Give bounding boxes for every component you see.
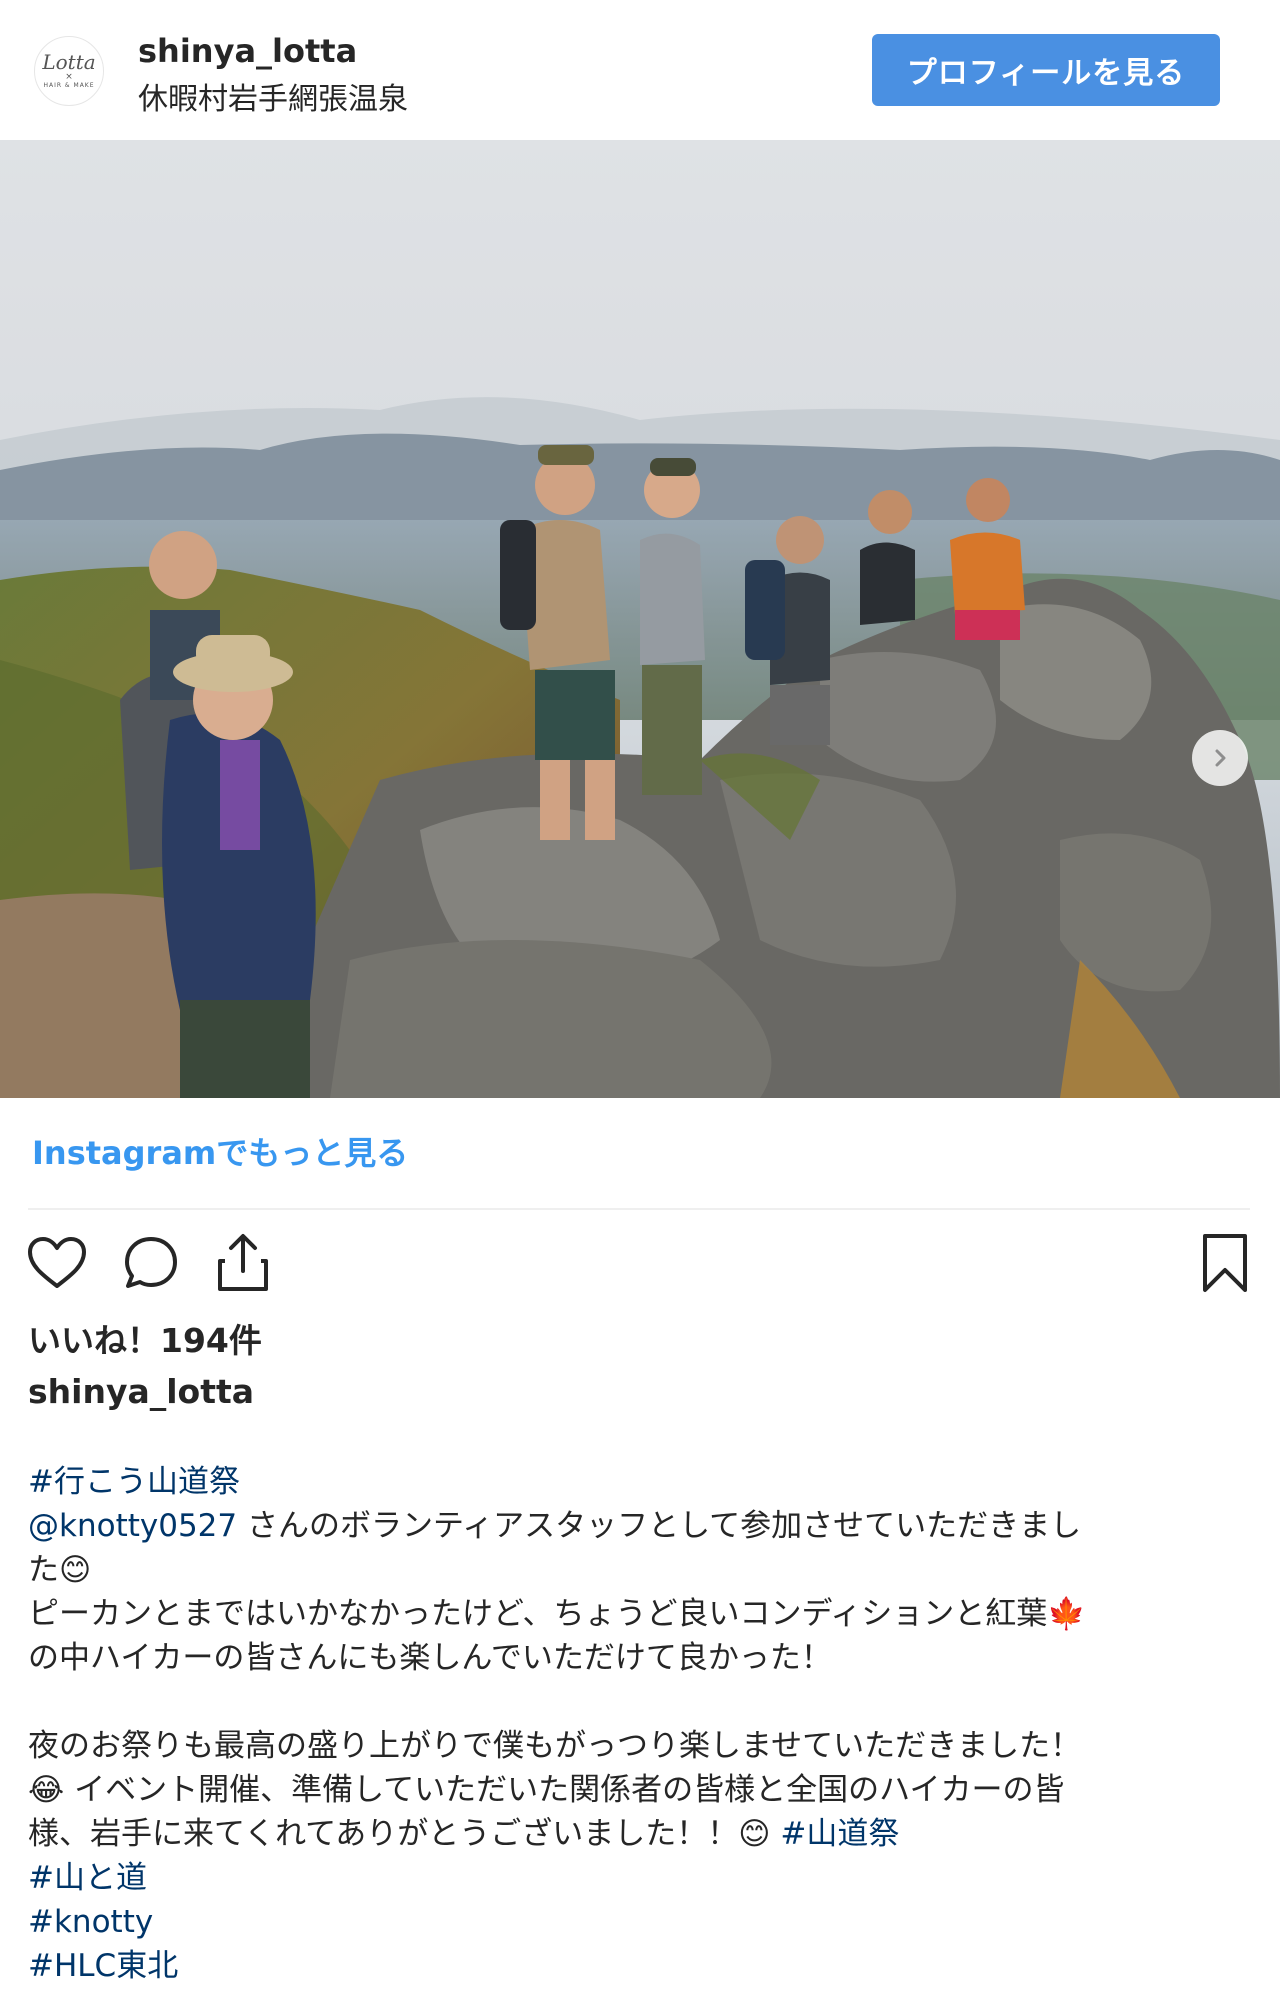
avatar[interactable]: Lotta × HAIR & MAKE (34, 36, 104, 106)
post-header: Lotta × HAIR & MAKE shinya_lotta 休暇村岩手網張… (0, 0, 1280, 140)
like-count: いいね！194件 (28, 1321, 262, 1360)
next-photo-button[interactable] (1192, 730, 1248, 786)
caption-text: の中ハイカーの皆さんにも楽しんでいただけて良かった！ (28, 1640, 832, 1676)
instagram-embed: Lotta × HAIR & MAKE shinya_lotta 休暇村岩手網張… (0, 0, 1280, 2002)
avatar-logo-divider: × (65, 72, 73, 82)
share-button[interactable] (210, 1230, 276, 1296)
heart-icon (28, 1237, 86, 1288)
bookmark-icon (1203, 1234, 1247, 1292)
caption-text: さんのボランティアスタッフとして参加させていただきまし (237, 1508, 1082, 1544)
caption-text: 😂 イベント開催、準備していただいた関係者の皆様と全国のハイカーの皆 (28, 1772, 1065, 1808)
hashtag-link[interactable]: #山道祭 (780, 1816, 899, 1852)
hashtag-link[interactable]: #山と道 (28, 1860, 147, 1896)
username-link[interactable]: shinya_lotta (138, 32, 357, 70)
mention-link[interactable]: @knotty0527 (28, 1508, 237, 1544)
caption-text: 夜のお祭りも最高の盛り上がりで僕もがっつり楽しませていただきました！ (28, 1728, 1082, 1764)
view-more-on-instagram-link[interactable]: Instagramでもっと見る (32, 1128, 408, 1174)
comment-button[interactable] (118, 1230, 184, 1296)
view-profile-button[interactable]: プロフィールを見る (872, 34, 1220, 106)
hashtag-link[interactable]: #HLC東北 (28, 1948, 178, 1984)
location-link[interactable]: 休暇村岩手網張温泉 (138, 74, 408, 118)
hashtag-link[interactable]: #行こう山道祭 (28, 1464, 240, 1500)
mountain-group-photo (0, 140, 1280, 1098)
like-button[interactable] (24, 1230, 90, 1296)
caption-text: 様、岩手に来てくれてありがとうございました！！😊 (28, 1816, 781, 1852)
share-icon (218, 1234, 268, 1291)
post-actions (0, 1226, 1280, 1306)
post-caption: #行こう山道祭 @knotty0527 さんのボランティアスタッフとして参加させ… (28, 1460, 1253, 1988)
divider (28, 1208, 1250, 1210)
post-photo[interactable] (0, 140, 1280, 1098)
avatar-logo-subtitle: HAIR & MAKE (43, 82, 95, 89)
save-button[interactable] (1192, 1230, 1258, 1296)
chevron-right-icon (1215, 749, 1226, 767)
caption-text: ピーカンとまではいかなかったけど、ちょうど良いコンディションと紅葉🍁 (28, 1596, 1086, 1632)
caption-text: た😊 (28, 1552, 92, 1588)
hashtag-link[interactable]: #knotty (28, 1904, 153, 1940)
comment-icon (125, 1237, 177, 1288)
caption-username[interactable]: shinya_lotta (28, 1372, 254, 1411)
avatar-logo-text: Lotta (42, 50, 96, 74)
